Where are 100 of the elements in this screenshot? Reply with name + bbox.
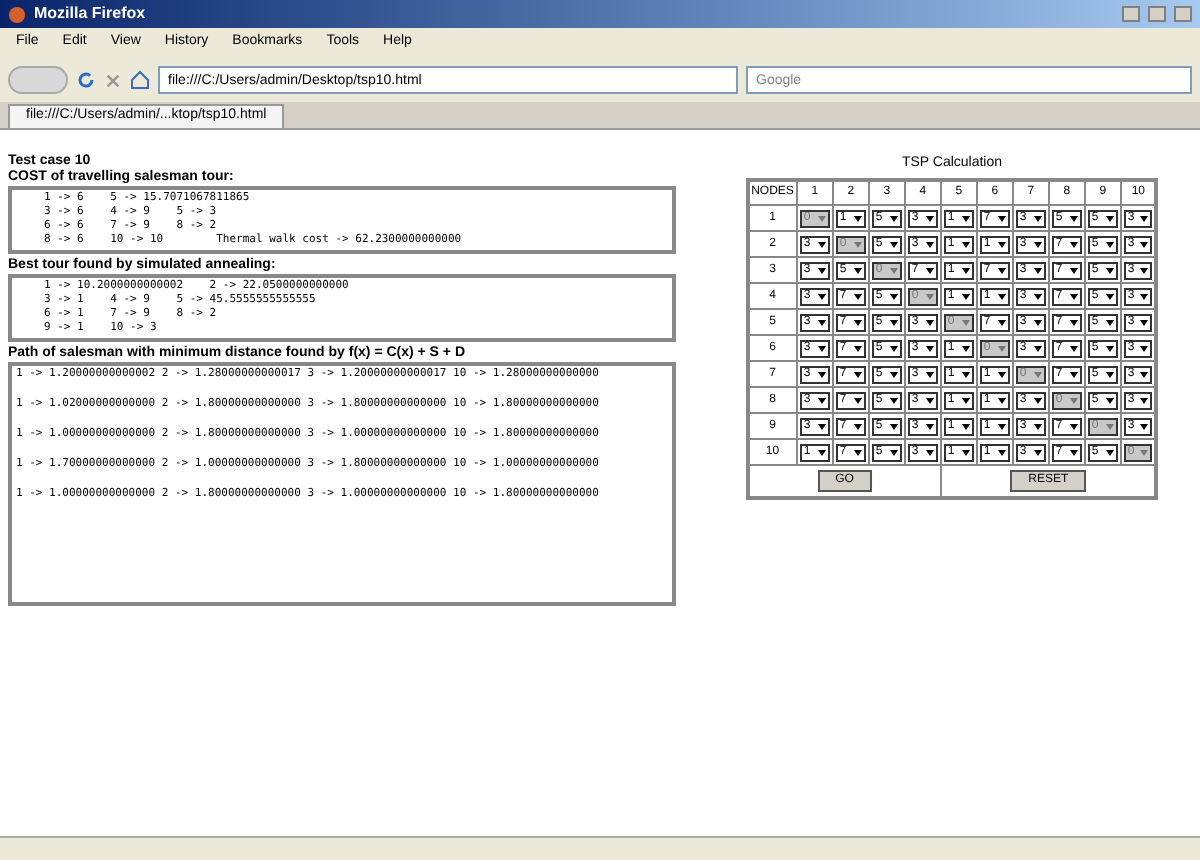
caret-icon [997,371,1006,377]
back-forward-button[interactable] [8,66,68,94]
caret-icon [817,345,826,351]
caret-icon [853,215,862,221]
caret-icon [1033,319,1042,325]
caret-icon [853,319,862,325]
caret-icon [1069,241,1078,247]
caret-icon [961,397,970,403]
stop-icon[interactable] [104,71,122,89]
caret-icon [889,215,898,221]
caret-icon [889,345,898,351]
caret-icon [889,397,898,403]
caret-icon [961,319,970,325]
caret-icon [817,319,826,325]
caret-icon [1105,293,1114,299]
caret-icon [1033,241,1042,247]
caret-icon [853,449,862,455]
caret-icon [817,267,826,273]
caret-icon [925,345,934,351]
caret-icon [925,267,934,273]
caret-icon [925,449,934,455]
caret-icon [853,423,862,429]
caret-icon [1140,371,1149,377]
caret-icon [997,397,1006,403]
caret-icon [889,371,898,377]
caret-icon [853,293,862,299]
caret-icon [889,241,898,247]
caret-icon [853,371,862,377]
caret-icon [817,215,826,221]
caret-icon [1105,345,1114,351]
caret-icon [1069,267,1078,273]
caret-icon [997,449,1006,455]
caret-icon [961,423,970,429]
minimize-button[interactable] [1122,6,1140,22]
caret-icon [853,345,862,351]
caret-icon [1105,319,1114,325]
caret-icon [1069,397,1078,403]
caret-icon [817,423,826,429]
caret-icon [997,267,1006,273]
caret-icon [1140,423,1149,429]
caret-icon [853,397,862,403]
caret-icon [817,449,826,455]
caret-icon [925,371,934,377]
caret-icon [1105,449,1114,455]
caret-icon [889,267,898,273]
caret-icon [817,397,826,403]
caret-icon [1069,293,1078,299]
caret-icon [817,241,826,247]
caret-icon [925,215,934,221]
caret-icon [1069,371,1078,377]
caret-icon [997,293,1006,299]
caret-icon [961,371,970,377]
reload-icon[interactable] [76,70,96,90]
caret-icon [1069,423,1078,429]
caret-icon [889,449,898,455]
caret-icon [925,397,934,403]
caret-icon [925,293,934,299]
caret-icon [1033,345,1042,351]
caret-icon [1069,215,1078,221]
caret-icon [1033,397,1042,403]
maximize-button[interactable] [1148,6,1166,22]
caret-icon [961,267,970,273]
caret-icon [1140,449,1149,455]
window-title: Mozilla Firefox [34,2,146,26]
caret-icon [853,241,862,247]
caret-icon [889,319,898,325]
caret-icon [961,241,970,247]
caret-icon [961,215,970,221]
caret-icon [1140,267,1149,273]
caret-icon [997,319,1006,325]
caret-icon [997,345,1006,351]
caret-icon [1069,449,1078,455]
caret-icon [817,293,826,299]
caret-icon [925,319,934,325]
caret-icon [889,293,898,299]
caret-icon [997,215,1006,221]
caret-icon [1069,319,1078,325]
caret-icon [1033,293,1042,299]
caret-icon [1105,397,1114,403]
caret-icon [1033,267,1042,273]
caret-icon [961,449,970,455]
browser-logo-icon [8,5,26,23]
caret-icon [997,241,1006,247]
caret-icon [1033,449,1042,455]
home-icon[interactable] [130,70,150,90]
caret-icon [961,293,970,299]
caret-icon [1140,319,1149,325]
caret-icon [997,423,1006,429]
caret-icon [961,345,970,351]
caret-icon [817,371,826,377]
caret-icon [853,267,862,273]
caret-icon [1140,241,1149,247]
caret-icon [1105,371,1114,377]
caret-icon [1033,371,1042,377]
caret-icon [889,423,898,429]
caret-icon [1140,397,1149,403]
caret-icon [1140,215,1149,221]
caret-icon [925,241,934,247]
close-button[interactable] [1174,6,1192,22]
caret-icon [1033,423,1042,429]
